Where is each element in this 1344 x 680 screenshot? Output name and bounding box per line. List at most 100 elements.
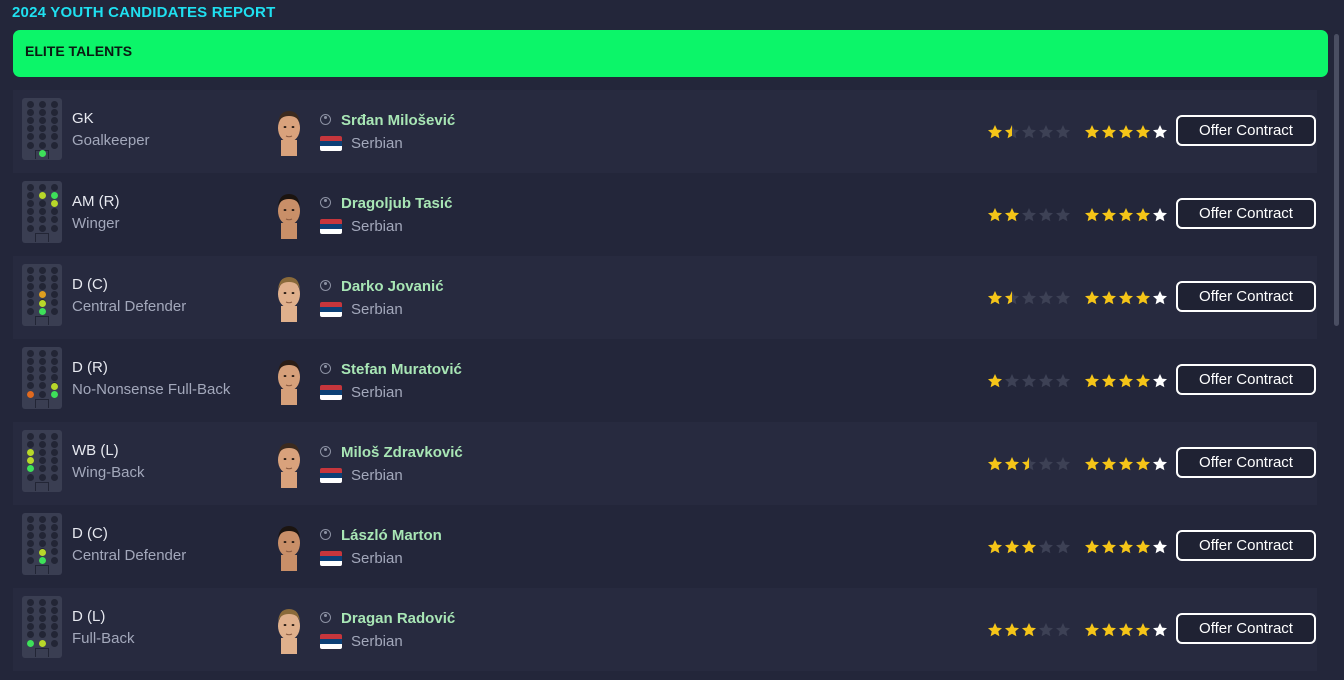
pitch-dot xyxy=(51,308,58,315)
candidate-row[interactable]: GK Goalkeeper Srđan Milošević Serbian Offer… xyxy=(13,84,1317,173)
pitch-dot xyxy=(39,433,46,440)
star xyxy=(1005,457,1019,471)
pitch-dot xyxy=(51,623,58,630)
player-face xyxy=(271,604,307,654)
potential-star xyxy=(1102,623,1116,637)
person-icon xyxy=(320,446,331,457)
pitch-dot xyxy=(39,391,46,398)
player-name[interactable]: Srđan Milošević xyxy=(341,112,455,129)
star xyxy=(1039,540,1053,554)
pitch-dot xyxy=(27,291,34,298)
pitch-dot xyxy=(39,117,46,124)
pitch-dot xyxy=(39,524,46,531)
pitch-dot xyxy=(39,457,46,464)
offer-contract-button[interactable]: Offer Contract xyxy=(1176,364,1316,395)
offer-contract-button[interactable]: Offer Contract xyxy=(1176,281,1316,312)
offer-contract-button[interactable]: Offer Contract xyxy=(1176,115,1316,146)
pitch-dot xyxy=(27,200,34,207)
star xyxy=(1039,374,1053,388)
person-icon xyxy=(320,612,331,623)
star xyxy=(988,540,1002,554)
potential-star xyxy=(1153,374,1167,388)
star xyxy=(1039,457,1053,471)
pitch-dot xyxy=(27,374,34,381)
offer-contract-button[interactable]: Offer Contract xyxy=(1176,447,1316,478)
potential-star xyxy=(1153,457,1167,471)
pitch-dot xyxy=(39,374,46,381)
pitch-dot xyxy=(39,366,46,373)
pitch-dot xyxy=(39,358,46,365)
pitch-dot xyxy=(27,623,34,630)
candidate-row[interactable]: D (C) Central Defender László Marton Serbi… xyxy=(13,499,1317,588)
page-title: 2024 YOUTH CANDIDATES REPORT xyxy=(12,4,276,21)
player-name[interactable]: Stefan Muratović xyxy=(341,361,462,378)
current-ability-stars xyxy=(987,290,1072,306)
potential-star xyxy=(1119,540,1133,554)
potential-star xyxy=(1153,208,1167,222)
star xyxy=(1005,540,1019,554)
candidate-row[interactable]: WB (L) Wing-Back Miloš Zdravković Serbian O… xyxy=(13,416,1317,505)
pitch-dot xyxy=(27,109,34,116)
potential-star xyxy=(1085,623,1099,637)
star xyxy=(1005,208,1019,222)
position-pitch-icon xyxy=(22,513,62,575)
serbia-flag-icon xyxy=(320,136,342,151)
position-role: Wing-Back xyxy=(72,464,145,481)
player-name[interactable]: László Marton xyxy=(341,527,442,544)
pitch-dot xyxy=(39,200,46,207)
star xyxy=(1039,208,1053,222)
person-icon xyxy=(320,197,331,208)
offer-contract-button[interactable]: Offer Contract xyxy=(1176,198,1316,229)
potential-ability-stars xyxy=(1084,124,1169,140)
pitch-goalbox xyxy=(35,648,49,657)
pitch-dot xyxy=(51,607,58,614)
star xyxy=(1056,208,1070,222)
pitch-dot xyxy=(39,216,46,223)
player-name[interactable]: Dragan Radović xyxy=(341,610,455,627)
serbia-flag-icon xyxy=(320,219,342,234)
star xyxy=(1005,623,1019,637)
pitch-dot xyxy=(51,524,58,531)
candidate-row[interactable]: AM (R) Winger Dragoljub Tasić Serbian Offer… xyxy=(13,167,1317,256)
pitch-dot xyxy=(51,449,58,456)
candidate-row[interactable]: D (R) No-Nonsense Full-Back Stefan Murato… xyxy=(13,333,1317,422)
star xyxy=(1056,623,1070,637)
potential-ability-stars xyxy=(1084,290,1169,306)
offer-contract-button[interactable]: Offer Contract xyxy=(1176,613,1316,644)
pitch-dot xyxy=(51,532,58,539)
player-name[interactable]: Miloš Zdravković xyxy=(341,444,463,461)
star xyxy=(1039,623,1053,637)
player-name[interactable]: Darko Jovanić xyxy=(341,278,444,295)
offer-contract-button[interactable]: Offer Contract xyxy=(1176,530,1316,561)
potential-star xyxy=(1136,457,1150,471)
star xyxy=(1039,125,1053,139)
pitch-dot xyxy=(39,474,46,481)
player-name[interactable]: Dragoljub Tasić xyxy=(341,195,452,212)
pitch-dot xyxy=(27,299,34,306)
pitch-dot xyxy=(51,184,58,191)
potential-star xyxy=(1136,623,1150,637)
pitch-dot xyxy=(51,540,58,547)
pitch-dot xyxy=(27,382,34,389)
potential-star xyxy=(1102,374,1116,388)
pitch-dot xyxy=(51,216,58,223)
position-role: Goalkeeper xyxy=(72,132,150,149)
potential-star xyxy=(1102,540,1116,554)
pitch-position-marker xyxy=(51,391,58,398)
star xyxy=(1022,374,1036,388)
player-nationality: Serbian xyxy=(351,384,403,401)
pitch-goalbox xyxy=(35,233,49,242)
potential-star xyxy=(1102,457,1116,471)
candidate-row[interactable]: D (L) Full-Back Dragan Radović Serbian Offe… xyxy=(13,582,1317,671)
potential-star xyxy=(1119,208,1133,222)
potential-star xyxy=(1102,125,1116,139)
scrollbar[interactable] xyxy=(1334,34,1339,326)
pitch-goalbox xyxy=(35,316,49,325)
pitch-dot xyxy=(27,225,34,232)
pitch-dot xyxy=(39,516,46,523)
candidate-row[interactable]: D (C) Central Defender Darko Jovanić Serbi… xyxy=(13,250,1317,339)
potential-ability-stars xyxy=(1084,622,1169,638)
pitch-dot xyxy=(51,557,58,564)
person-icon xyxy=(320,363,331,374)
position-role: Central Defender xyxy=(72,298,187,315)
